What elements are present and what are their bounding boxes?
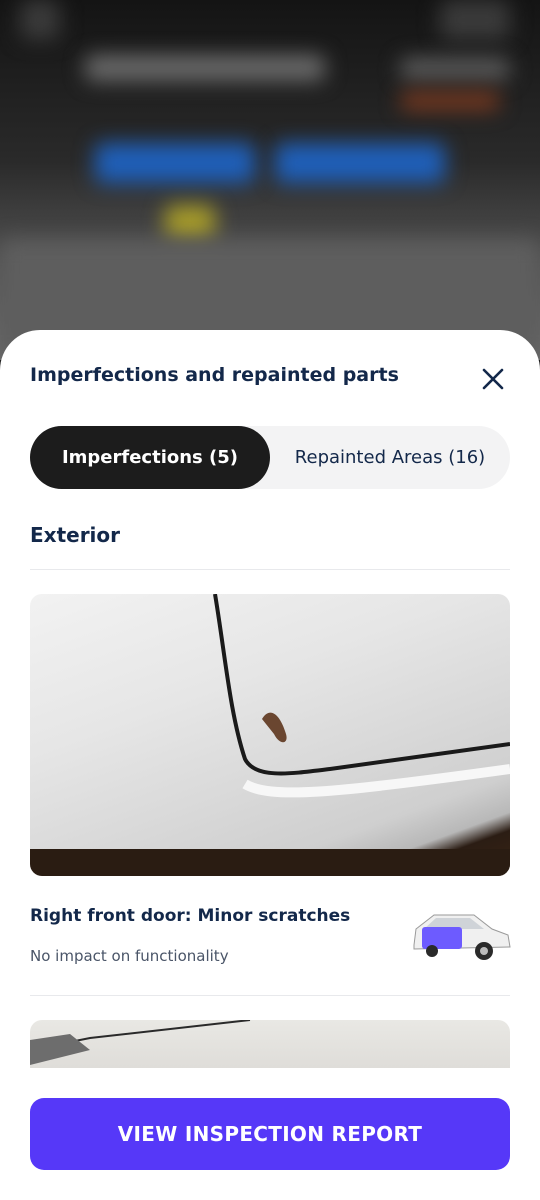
close-icon [482,368,504,390]
section-divider [30,569,510,570]
view-inspection-report-button[interactable]: VIEW INSPECTION REPORT [30,1098,510,1170]
item-divider [30,995,510,996]
imperfection-subtitle: No impact on functionality [30,947,229,965]
blurred-background [0,0,540,360]
tab-repainted-areas[interactable]: Repainted Areas (16) [270,426,510,489]
door-dent-image [30,594,510,876]
imperfection-photo[interactable] [30,594,510,876]
car-right-front-door-icon [412,905,512,965]
imperfection-title: Right front door: Minor scratches [30,906,351,926]
section-title-exterior: Exterior [30,523,121,547]
tab-imperfections[interactable]: Imperfections (5) [30,426,270,489]
close-button[interactable] [476,362,510,396]
imperfections-sheet: Imperfections and repainted parts Imperf… [0,330,540,1200]
segmented-control: Imperfections (5) Repainted Areas (16) [30,426,510,489]
sheet-title: Imperfections and repainted parts [30,364,399,386]
